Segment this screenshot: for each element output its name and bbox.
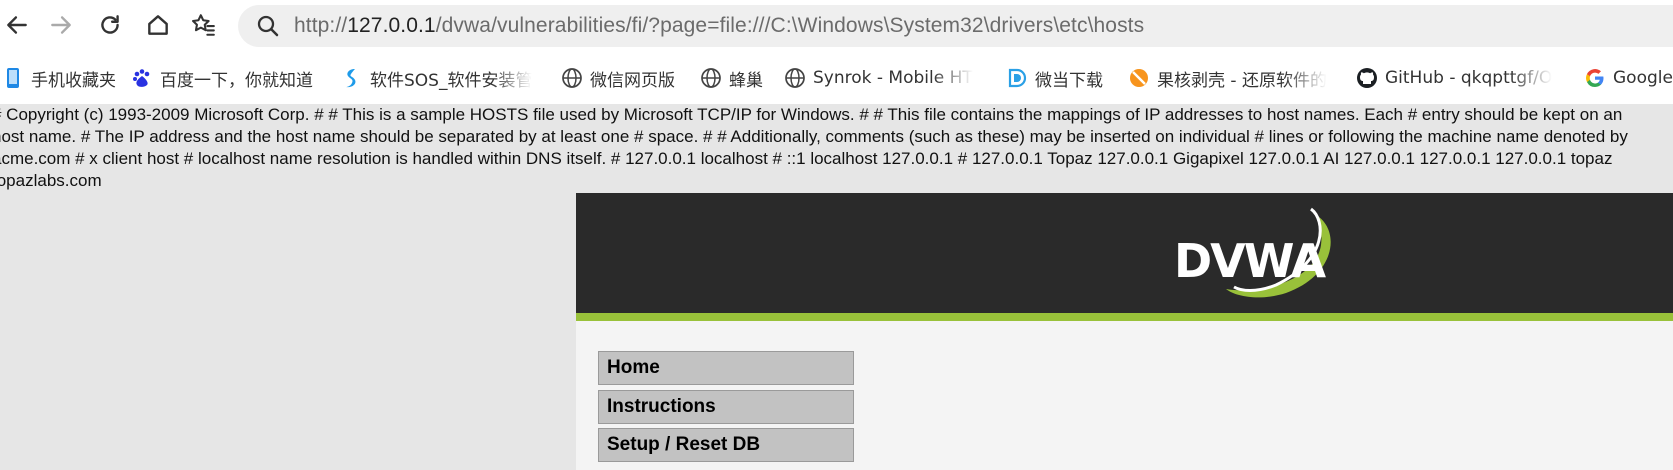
globe-icon	[561, 67, 583, 89]
bookmark-weidang-download[interactable]: 微当下载	[1006, 64, 1103, 92]
bookmark-software-sos[interactable]: 软件SOS_软件安装管	[341, 64, 541, 92]
bookmark-mobile-favorites[interactable]: 手机收藏夹	[2, 64, 116, 92]
bookmark-github[interactable]: GitHub - qkqpttgf/O	[1356, 64, 1556, 92]
url-text[interactable]: http://127.0.0.1/dvwa/vulnerabilities/fi…	[294, 14, 1144, 38]
forward-icon	[51, 16, 71, 34]
menu-item-home[interactable]: Home	[598, 351, 854, 385]
home-icon	[148, 15, 168, 35]
reload-icon	[101, 15, 119, 34]
baidu-icon	[131, 67, 153, 89]
bookmark-guohe[interactable]: 果核剥壳 - 还原软件的	[1128, 64, 1338, 92]
forward-button[interactable]	[44, 8, 78, 42]
favorites-icon	[192, 14, 215, 36]
google-icon	[1584, 67, 1606, 89]
menu-item-setup-reset-db[interactable]: Setup / Reset DB	[598, 428, 854, 462]
hosts-line: # Copyright (c) 1993-2009 Microsoft Corp…	[0, 105, 1623, 124]
hosts-line: host name. # The IP address and the host…	[0, 127, 1628, 146]
hosts-line: topazlabs.com	[0, 171, 102, 190]
dvwa-logo[interactable]: DVWA	[1166, 205, 1346, 305]
globe-icon	[784, 67, 806, 89]
back-button[interactable]	[0, 8, 34, 42]
dvwa-accent-bar	[576, 313, 1673, 321]
globe-icon	[700, 67, 722, 89]
reload-button[interactable]	[93, 8, 127, 42]
back-icon	[7, 16, 27, 34]
dvwa-header: DVWA	[576, 193, 1673, 313]
browser-toolbar: http://127.0.0.1/dvwa/vulnerabilities/fi…	[0, 0, 1673, 52]
search-icon	[257, 15, 279, 37]
hosts-line: acme.com # x client host # localhost nam…	[0, 149, 1613, 168]
dvwa-page: DVWA Home Instructions Setup / Reset DB	[576, 193, 1673, 470]
included-hosts-file-text: # Copyright (c) 1993-2009 Microsoft Corp…	[0, 104, 1673, 192]
sos-icon	[341, 67, 363, 89]
dvwa-body: Home Instructions Setup / Reset DB	[576, 321, 1673, 470]
weidang-icon	[1006, 67, 1028, 89]
favorites-button[interactable]	[186, 8, 220, 42]
bookmark-fengchao[interactable]: 蜂巢	[700, 64, 763, 92]
bookmark-google[interactable]: Google	[1584, 64, 1673, 92]
url-host: 127.0.0.1	[347, 14, 436, 37]
github-icon	[1356, 67, 1378, 89]
url-path: /dvwa/vulnerabilities/fi/?page=file:///C…	[435, 14, 1145, 37]
url-scheme: http://	[294, 14, 348, 37]
bookmarks-bar: 手机收藏夹 百度一下，你就知道 软件SOS_软件安装管 微信网页版 蜂巢 Syn…	[0, 52, 1673, 104]
bookmark-wechat-web[interactable]: 微信网页版	[561, 64, 675, 92]
bookmark-baidu[interactable]: 百度一下，你就知道	[131, 64, 313, 92]
guohe-icon	[1128, 67, 1150, 89]
dvwa-logo-text: DVWA	[1174, 234, 1326, 288]
bookmark-synrok[interactable]: Synrok - Mobile HT	[784, 64, 988, 92]
address-bar[interactable]: http://127.0.0.1/dvwa/vulnerabilities/fi…	[238, 5, 1673, 47]
home-button[interactable]	[141, 8, 175, 42]
mobile-icon	[2, 67, 24, 89]
menu-item-instructions[interactable]: Instructions	[598, 390, 854, 424]
